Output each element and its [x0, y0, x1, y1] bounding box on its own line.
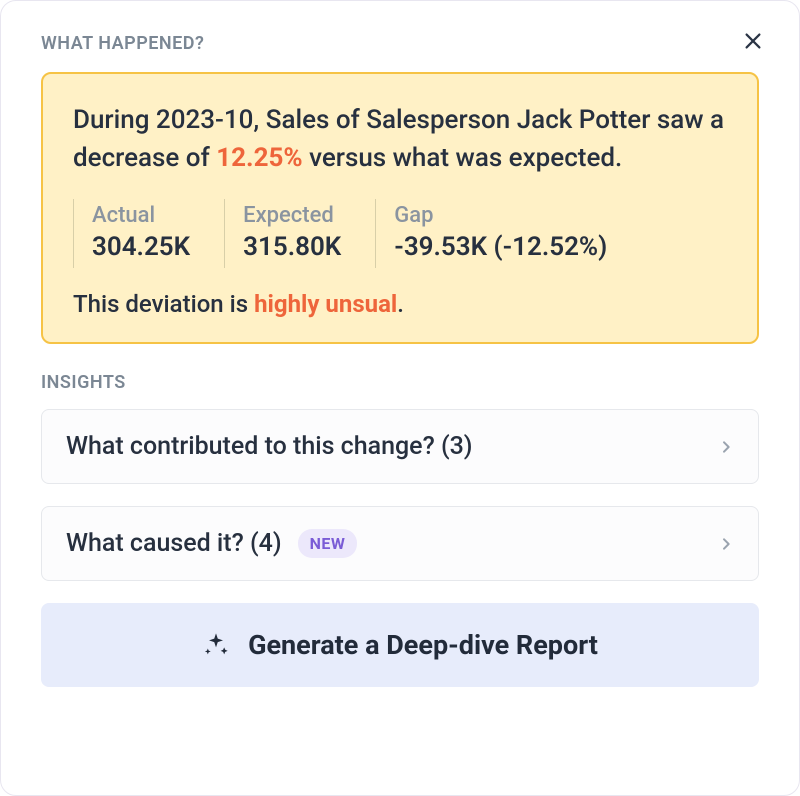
generate-label: Generate a Deep-dive Report	[248, 629, 598, 661]
summary-suffix: versus what was expected.	[303, 143, 623, 173]
insight-item-caused[interactable]: What caused it? (4) NEW	[41, 506, 759, 581]
new-badge: NEW	[298, 529, 358, 558]
insight-left: What contributed to this change? (3)	[66, 432, 473, 461]
sparkle-icon	[202, 631, 230, 659]
insight-item-contributed[interactable]: What contributed to this change? (3)	[41, 409, 759, 484]
deviation-sentence: This deviation is highly unsual.	[73, 290, 727, 318]
section-title: WHAT HAPPENED?	[41, 33, 759, 54]
generate-report-button[interactable]: Generate a Deep-dive Report	[41, 603, 759, 687]
chevron-right-icon	[718, 439, 734, 455]
insights-section-title: INSIGHTS	[41, 372, 759, 393]
summary-sentence: During 2023-10, Sales of Salesperson Jac…	[73, 102, 727, 177]
metric-expected: Expected 315.80K	[224, 199, 375, 268]
metric-value: -39.53K (-12.52%)	[394, 232, 607, 262]
metric-label: Gap	[394, 203, 607, 228]
chevron-right-icon	[718, 536, 734, 552]
metric-value: 304.25K	[92, 232, 190, 262]
insight-left: What caused it? (4) NEW	[66, 529, 357, 558]
metric-label: Expected	[243, 203, 341, 228]
what-happened-panel: WHAT HAPPENED? During 2023-10, Sales of …	[0, 0, 800, 796]
deviation-prefix: This deviation is	[73, 290, 254, 318]
close-button[interactable]	[739, 29, 767, 57]
close-icon	[742, 30, 764, 56]
insight-title: What contributed to this change? (3)	[66, 432, 473, 461]
metric-value: 315.80K	[243, 232, 341, 262]
summary-percent: 12.25%	[216, 143, 302, 173]
metric-label: Actual	[92, 203, 190, 228]
summary-card: During 2023-10, Sales of Salesperson Jac…	[41, 72, 759, 344]
metric-actual: Actual 304.25K	[73, 199, 224, 268]
metrics-row: Actual 304.25K Expected 315.80K Gap -39.…	[73, 199, 727, 268]
insight-title: What caused it? (4)	[66, 529, 282, 558]
deviation-flag: highly unsual	[254, 290, 397, 318]
deviation-suffix: .	[397, 290, 404, 318]
metric-gap: Gap -39.53K (-12.52%)	[375, 199, 641, 268]
